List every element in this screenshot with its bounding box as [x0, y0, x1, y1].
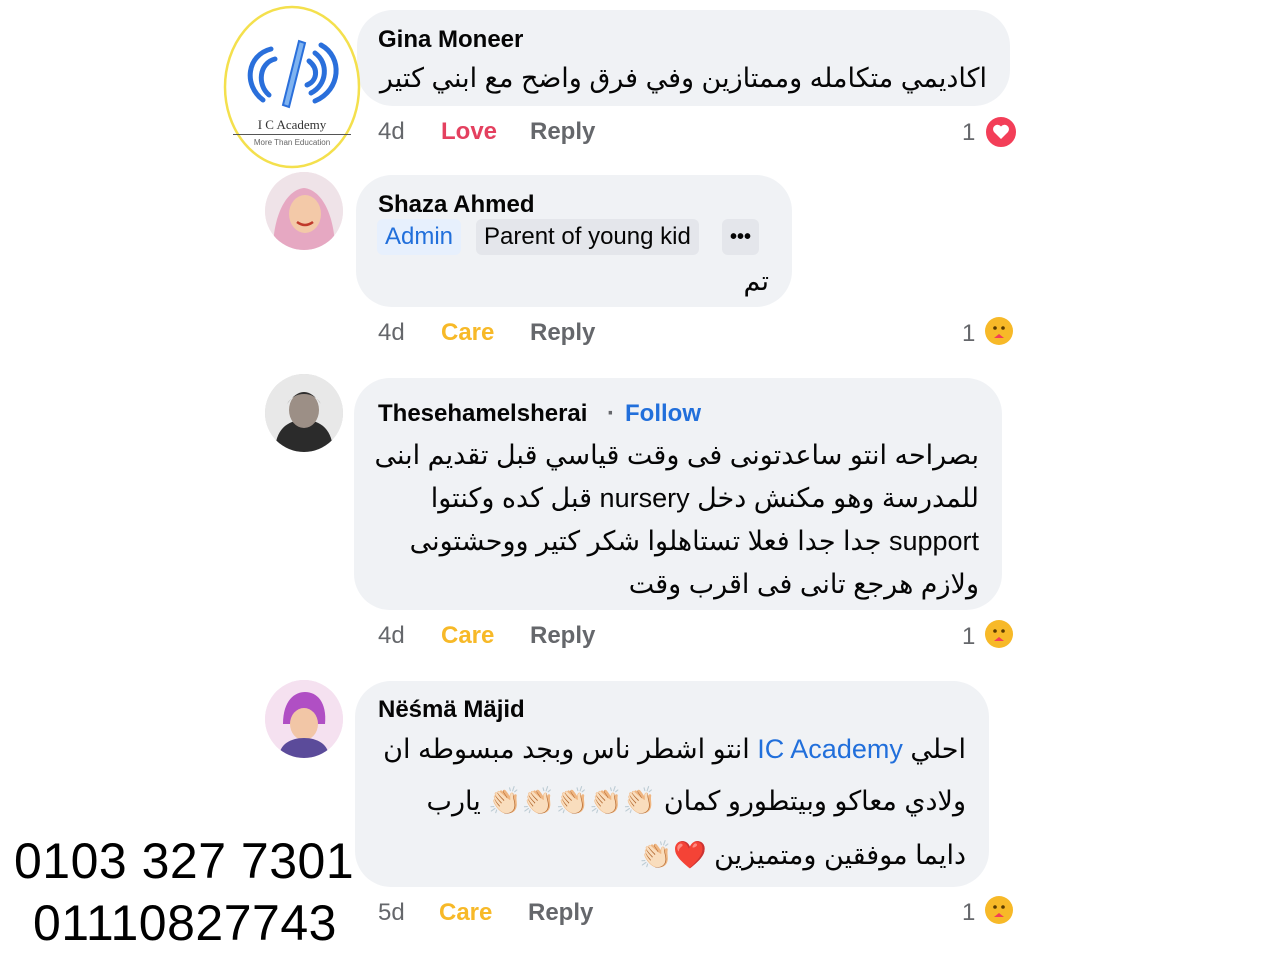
comment-time[interactable]: 5d [378, 899, 405, 927]
comment-text-line: دايما موفقين ومتميزين ❤️👏🏻 [639, 840, 966, 870]
comment-text: اكاديمي متكامله وممتازين وفي فرق واضح مع… [379, 63, 987, 93]
comment-time[interactable]: 4d [378, 118, 405, 146]
comment-text-line: ولازم هرجع تانى فى اقرب وقت [628, 569, 979, 599]
comment-time[interactable]: 4d [378, 622, 405, 650]
love-reaction-icon[interactable] [984, 115, 1018, 149]
reply-button[interactable]: Reply [530, 118, 595, 146]
comment-text: تم [743, 266, 769, 296]
comment-text-line: support جدا جدا فعلا تستاهلوا شكر كتير و… [409, 526, 979, 556]
care-reaction-icon[interactable] [984, 316, 1014, 346]
comment-author[interactable]: Shaza Ahmed [378, 191, 534, 219]
comment-text-line: للمدرسة وهو مكنش دخل nursery قبل كده وكن… [430, 483, 979, 513]
comment-text-line: احلي IC Academy انتو اشطر ناس وبجد مبسوط… [383, 728, 966, 771]
reply-button[interactable]: Reply [530, 622, 595, 650]
separator-dot: · [607, 400, 615, 427]
avatar[interactable] [265, 172, 343, 250]
reaction-button[interactable]: Love [441, 118, 497, 146]
reaction-count[interactable]: 1 [962, 119, 975, 147]
logo-divider [233, 134, 351, 135]
comment-text-segment: انتو اشطر ناس وبجد مبسوطه ان [383, 734, 750, 764]
comment-time[interactable]: 4d [378, 319, 405, 347]
reaction-button[interactable]: Care [441, 319, 494, 347]
care-reaction-icon[interactable] [984, 619, 1014, 649]
avatar[interactable] [265, 680, 343, 758]
care-reaction-icon[interactable] [984, 895, 1014, 925]
reaction-count[interactable]: 1 [962, 320, 975, 348]
comment-author[interactable]: Gina Moneer [378, 26, 523, 54]
phone-number: 01110827743 [33, 895, 337, 951]
phone-number: 0103 327 7301 [14, 833, 355, 889]
reaction-button[interactable]: Care [441, 622, 494, 650]
logo: I C Academy More Than Education [223, 5, 361, 169]
comment-text-segment: احلي [910, 734, 966, 764]
comment-text-line: ولادي معاكو وبيتطورو كمان 👏🏻👏🏻👏🏻👏🏻👏🏻 يار… [426, 786, 966, 816]
comment-author[interactable]: Thesehamelsherai [378, 400, 587, 428]
comment-author[interactable]: Nëśmä Mäjid [378, 696, 525, 724]
follow-button[interactable]: Follow [625, 400, 701, 428]
reaction-button[interactable]: Care [439, 899, 492, 927]
reaction-count[interactable]: 1 [962, 899, 975, 927]
reply-button[interactable]: Reply [528, 899, 593, 927]
reply-button[interactable]: Reply [530, 319, 595, 347]
avatar[interactable] [265, 374, 343, 452]
logo-tagline: More Than Education [253, 138, 331, 147]
logo-name: I C Academy [257, 117, 327, 132]
comment-text-line: بصراحه انتو ساعدتونى فى وقت قياسي قبل تق… [374, 440, 979, 470]
role-badge: Parent of young kid [476, 219, 699, 255]
reaction-count[interactable]: 1 [962, 623, 975, 651]
admin-badge: Admin [377, 219, 462, 255]
more-options-button[interactable]: ••• [722, 219, 760, 255]
page-mention-link[interactable]: IC Academy [757, 734, 903, 764]
